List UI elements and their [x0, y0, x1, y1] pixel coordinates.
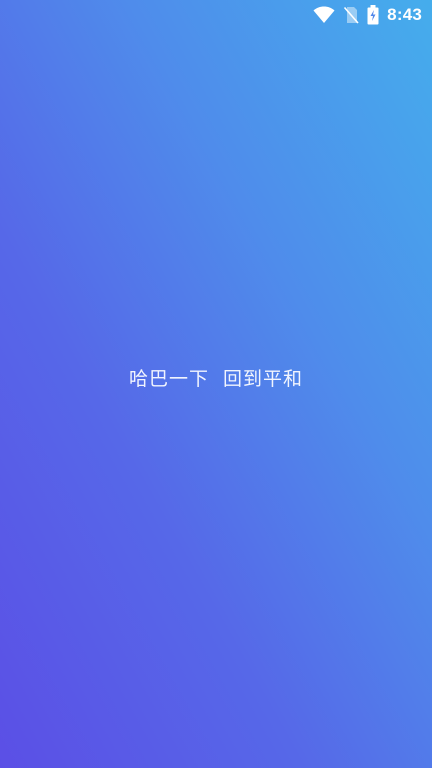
status-bar: 8:43	[0, 0, 432, 30]
battery-charging-icon	[367, 5, 379, 25]
splash-slogan: 哈巴一下 回到平和	[128, 368, 304, 390]
status-time: 8:43	[387, 5, 422, 24]
wifi-icon	[313, 6, 335, 24]
no-sim-icon	[343, 6, 359, 24]
splash-screen: 8:43 哈巴一下 回到平和	[0, 0, 432, 768]
